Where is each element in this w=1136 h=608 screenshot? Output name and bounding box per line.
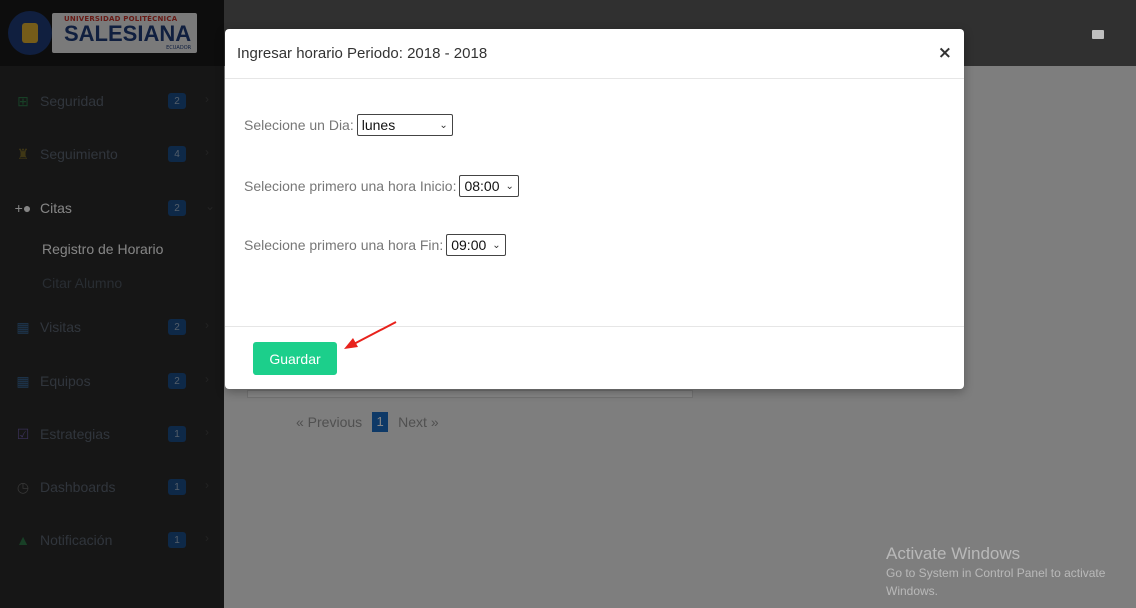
- modal-footer: Guardar: [225, 326, 964, 389]
- watermark-subtitle: Go to System in Control Panel to activat…: [886, 566, 1106, 598]
- schedule-modal: Ingresar horario Periodo: 2018 - 2018 × …: [225, 29, 964, 389]
- modal-title: Ingresar horario Periodo: 2018 - 2018: [237, 45, 488, 62]
- end-time-value: 09:00: [451, 237, 487, 253]
- day-row: Selecione un Dia: lunes ⌄: [244, 114, 453, 136]
- day-select[interactable]: lunes ⌄: [356, 114, 453, 136]
- end-time-select[interactable]: 09:00 ⌄: [446, 234, 506, 256]
- start-time-row: Selecione primero una hora Inicio: 08:00…: [244, 175, 519, 197]
- day-label: Selecione un Dia:: [244, 117, 354, 133]
- arrow-shaft: [349, 321, 397, 347]
- watermark-title: Activate Windows: [886, 544, 1021, 563]
- end-time-row: Selecione primero una hora Fin: 09:00 ⌄: [244, 234, 506, 256]
- mail-icon[interactable]: [1092, 30, 1104, 39]
- save-button[interactable]: Guardar: [253, 342, 337, 375]
- close-icon[interactable]: ×: [938, 43, 952, 63]
- activate-windows-watermark: Activate Windows Go to System in Control…: [886, 544, 1136, 600]
- chevron-down-icon: ⌄: [492, 239, 501, 251]
- end-time-label: Selecione primero una hora Fin:: [244, 237, 444, 253]
- start-time-label: Selecione primero una hora Inicio:: [244, 178, 457, 194]
- chevron-down-icon: ⌄: [439, 119, 448, 131]
- modal-header: Ingresar horario Periodo: 2018 - 2018 ×: [225, 29, 964, 79]
- annotation-arrow: [344, 321, 397, 349]
- day-select-value: lunes: [361, 117, 396, 133]
- start-time-select[interactable]: 08:00 ⌄: [459, 175, 519, 197]
- arrow-head: [344, 338, 358, 349]
- start-time-value: 08:00: [464, 178, 500, 194]
- chevron-down-icon: ⌄: [505, 180, 514, 192]
